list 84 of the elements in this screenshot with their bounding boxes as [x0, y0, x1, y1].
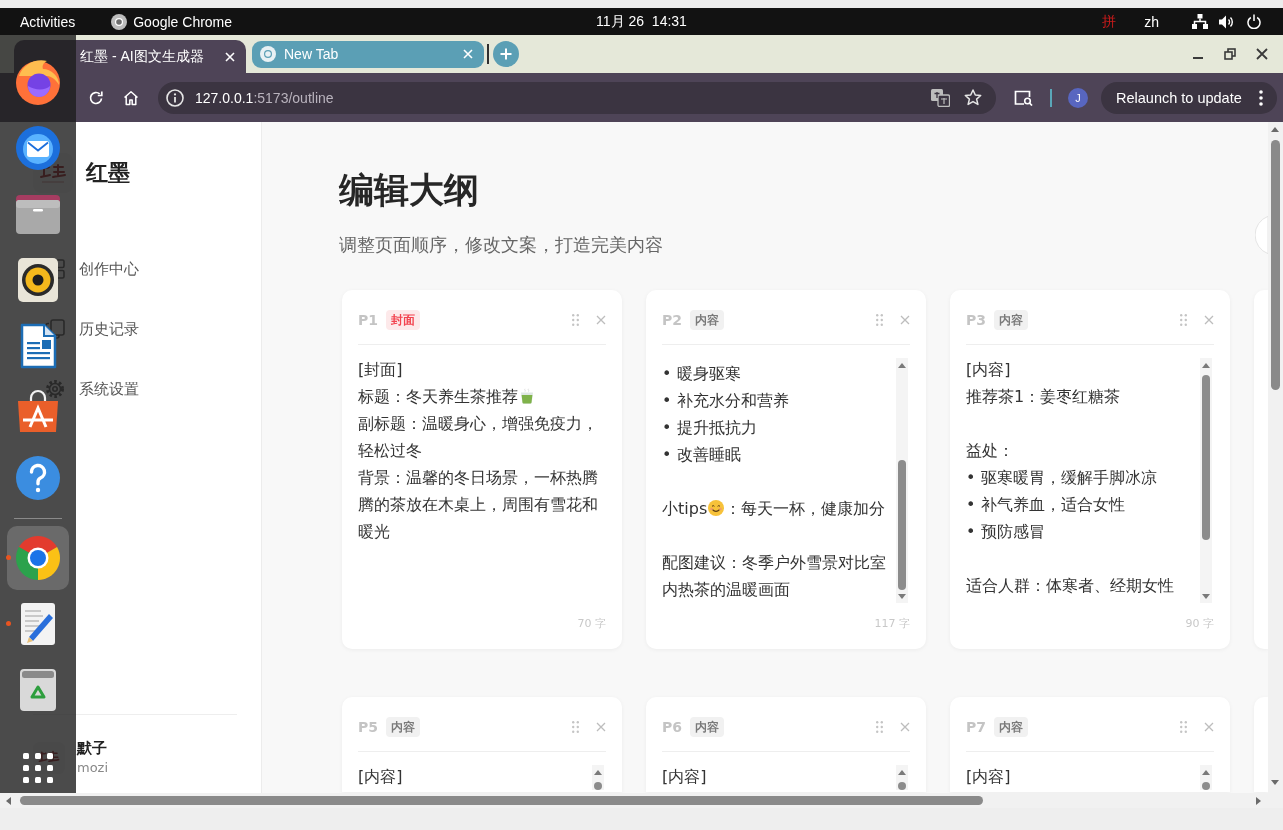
content-field[interactable]: • 暖身驱寒 • 补充水分和营养 • 提升抵抗力 • 改善睡眠 小tips ：每天一杯，健康加分 配图建议：冬季户外雪景对比室内热茶的温暖画面 [662, 355, 910, 605]
scrollbar-thumb[interactable] [1202, 375, 1210, 540]
firefox-icon[interactable] [14, 58, 62, 106]
scroll-up-arrow-icon[interactable] [1271, 127, 1279, 132]
scroll-up-arrow-icon[interactable] [898, 770, 906, 775]
user-handle: mozi [77, 760, 109, 776]
scroll-left-arrow-icon[interactable] [6, 797, 11, 805]
address-bar[interactable]: 127.0.0.1:5173/outline [158, 81, 996, 114]
scroll-up-arrow-icon[interactable] [898, 363, 906, 368]
tab-search-icon[interactable] [1014, 89, 1033, 106]
drag-handle-icon[interactable] [572, 721, 579, 733]
page-number: P1 [358, 312, 378, 328]
scroll-up-arrow-icon[interactable] [594, 770, 602, 775]
nav-item[interactable]: 创作中心 [77, 258, 141, 280]
page-number: P3 [966, 312, 986, 328]
page-title: 编辑大纲 [339, 169, 479, 211]
scrollbar-thumb[interactable] [1202, 782, 1210, 790]
app-menu[interactable]: Google Chrome [111, 13, 233, 30]
activities-button[interactable]: Activities [20, 13, 76, 30]
scrollbar-thumb[interactable] [1271, 140, 1280, 390]
translate-icon[interactable] [931, 88, 950, 107]
scroll-right-arrow-icon[interactable] [1256, 797, 1261, 805]
scrollbar[interactable] [1200, 765, 1212, 790]
chrome-icon [260, 46, 276, 62]
content-field[interactable]: [封面] 标题：冬天养生茶推荐 副标题：温暖身心，增强免疫力，轻松过冬 背景：温馨的冬日场景，一杯热腾腾的茶放在木桌上，周围有雪花和暖光 [358, 355, 606, 605]
drag-handle-icon[interactable] [1180, 314, 1187, 326]
scrollbar-thumb[interactable] [898, 782, 906, 790]
page-number: P6 [662, 719, 682, 735]
scrollbar[interactable] [1200, 358, 1212, 603]
profile-avatar[interactable]: J [1068, 87, 1088, 108]
language-indicator[interactable]: zh [1144, 13, 1159, 30]
scrollbar[interactable] [896, 765, 908, 790]
nav-item[interactable]: 历史记录 [77, 318, 141, 340]
scroll-down-arrow-icon[interactable] [898, 594, 906, 599]
scroll-up-arrow-icon[interactable] [1202, 770, 1210, 775]
page-type-tag: 内容 [690, 717, 724, 737]
page-type-tag: 内容 [994, 310, 1028, 330]
tea-cup-icon [519, 388, 535, 404]
content-field[interactable]: [内容] 推荐茶1：姜枣红糖茶 益处： • 驱寒暖胃，缓解手脚冰凉 • 补气养血，适合女性 • 预防感冒 适合人群：体寒者、经期女性 [966, 355, 1214, 605]
drag-handle-icon[interactable] [876, 721, 883, 733]
scrollbar-thumb[interactable] [898, 460, 906, 590]
reload-icon[interactable] [88, 89, 104, 106]
scrollbar-thumb[interactable] [594, 782, 602, 790]
page-type-tag: 内容 [386, 717, 420, 737]
drag-handle-icon[interactable] [876, 314, 883, 326]
chrome-icon [111, 13, 128, 30]
star-icon[interactable] [964, 89, 982, 106]
page-type-tag: 封面 [386, 310, 420, 330]
page-type-tag: 内容 [690, 310, 724, 330]
page-number: P2 [662, 312, 682, 328]
restore-icon[interactable] [1224, 48, 1236, 60]
clock[interactable]: 11月 26 14:31 [596, 12, 687, 31]
content-field[interactable]: [内容] [966, 762, 1214, 792]
volume-icon[interactable] [1219, 14, 1234, 29]
page-number: P5 [358, 719, 378, 735]
app-grid-icon[interactable] [23, 753, 53, 783]
relaunch-button[interactable]: Relaunch to update [1101, 81, 1277, 114]
close-icon[interactable] [1256, 48, 1268, 60]
help-icon[interactable] [14, 454, 62, 502]
scroll-up-arrow-icon[interactable] [1202, 363, 1210, 368]
plus-icon[interactable] [493, 41, 519, 67]
user-name: 默子 [77, 739, 108, 757]
nav-item[interactable]: 系统设置 [77, 378, 141, 400]
network-icon[interactable] [1192, 14, 1208, 29]
home-icon[interactable] [123, 89, 139, 106]
smiley-icon [708, 500, 725, 516]
drag-handle-icon[interactable] [572, 314, 579, 326]
info-icon[interactable] [166, 88, 184, 107]
scroll-down-arrow-icon[interactable] [1202, 594, 1210, 599]
more-icon[interactable] [1259, 89, 1263, 106]
power-icon[interactable] [1247, 14, 1261, 29]
drag-handle-icon[interactable] [1180, 721, 1187, 733]
content-field[interactable]: [内容] [358, 762, 606, 792]
chrome-icon[interactable] [7, 526, 69, 590]
scroll-down-arrow-icon[interactable] [1271, 780, 1279, 785]
scrollbar-thumb[interactable] [20, 796, 983, 805]
scrollbar[interactable] [896, 358, 908, 603]
content-field[interactable]: [内容] [662, 762, 910, 792]
page-type-tag: 内容 [994, 717, 1028, 737]
brand-name: 红墨 [86, 159, 130, 187]
mail-icon[interactable] [14, 124, 62, 172]
page-number: P7 [966, 719, 986, 735]
page-subtitle: 调整页面顺序，修改文案，打造完美内容 [339, 233, 663, 257]
scrollbar[interactable] [592, 765, 604, 790]
